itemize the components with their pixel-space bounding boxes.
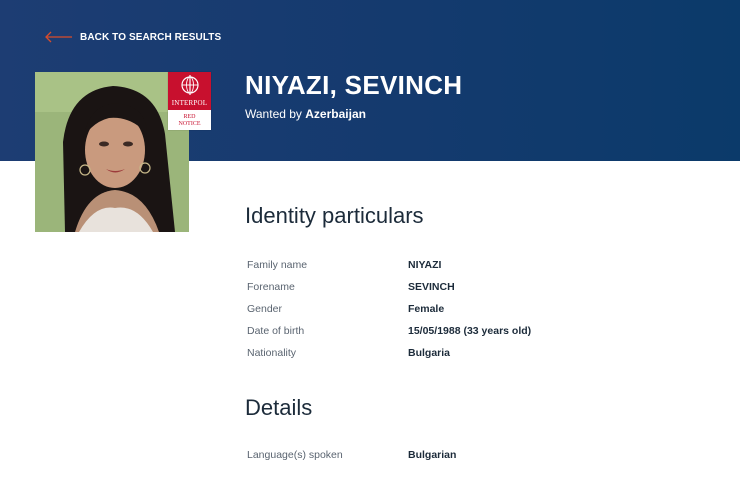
row-value: NIYAZI [408,259,442,271]
identity-row-date-of-birth: Date of birth 15/05/1988 (33 years old) [247,325,687,341]
details-row-languages: Language(s) spoken Bulgarian [247,449,687,465]
row-label: Language(s) spoken [247,449,343,461]
identity-row-nationality: Nationality Bulgaria [247,347,687,363]
row-value: Bulgaria [408,347,451,359]
badge-notice-label: RED NOTICE [168,110,211,128]
wanted-person-photo[interactable] [35,72,189,232]
row-label: Gender [247,303,283,315]
row-label: Family name [247,259,308,271]
row-label: Nationality [247,347,297,359]
identity-row-forename: Forename SEVINCH [247,281,687,297]
back-to-search-results-link[interactable]: BACK TO SEARCH RESULTS [44,29,221,45]
row-value: SEVINCH [408,281,455,293]
row-label: Forename [247,281,295,293]
details-heading: Details [245,395,313,420]
wanted-by-country: Azerbaijan [305,107,366,121]
row-value: Bulgarian [408,449,457,461]
row-label: Date of birth [247,325,305,337]
arrow-left-icon [45,31,72,43]
interpol-emblem-panel: INTERPOL [168,72,211,110]
badge-org-label: INTERPOL [171,99,208,107]
row-value: 15/05/1988 (33 years old) [408,325,532,337]
page-title: NIYAZI, SEVINCH [245,70,463,100]
portrait-image [35,72,189,232]
badge-notice-line2: NOTICE [178,121,201,127]
wanted-by-prefix: Wanted by [245,107,302,121]
row-value: Female [408,303,445,315]
badge-notice-line1: RED [183,114,196,120]
wanted-by-line: Wanted by Azerbaijan [245,107,366,121]
red-notice-badge: INTERPOL RED NOTICE [168,72,211,130]
identity-particulars-heading: Identity particulars [245,203,424,228]
identity-row-family-name: Family name NIYAZI [247,259,687,275]
identity-row-gender: Gender Female [247,303,687,319]
interpol-globe-icon [181,75,199,95]
back-link-label: BACK TO SEARCH RESULTS [80,31,222,43]
